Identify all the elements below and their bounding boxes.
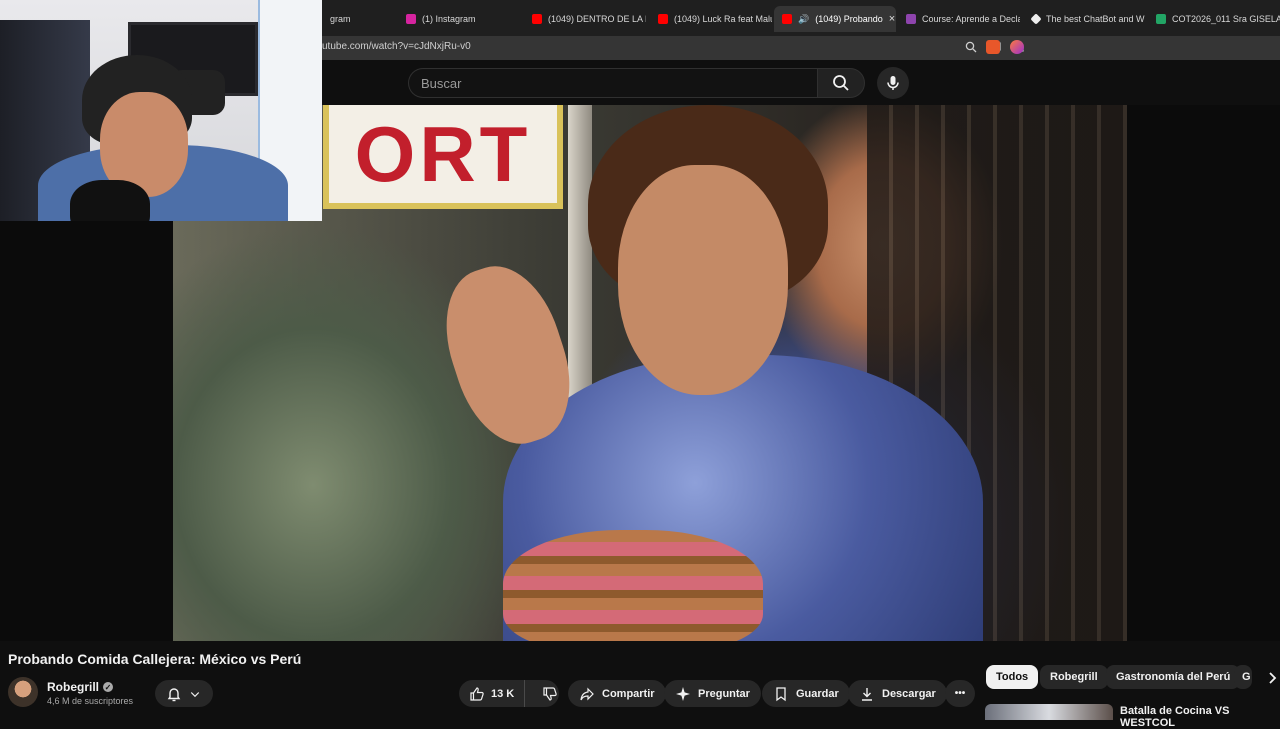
tab-label: (1049) DENTRO DE LA FA bbox=[548, 14, 646, 24]
channel-name[interactable]: Robegrill ✓ bbox=[47, 680, 114, 694]
subscriber-count: 4,6 M de suscriptores bbox=[47, 696, 134, 706]
instagram-icon bbox=[406, 14, 416, 24]
share-icon bbox=[580, 687, 594, 700]
bell-icon bbox=[167, 687, 181, 701]
brave-rewards-icon[interactable] bbox=[1010, 40, 1024, 54]
like-dislike-group: 13 K bbox=[459, 680, 559, 707]
search-input[interactable]: Buscar bbox=[408, 68, 818, 98]
save-label: Guardar bbox=[796, 687, 839, 700]
share-label: Compartir bbox=[602, 687, 655, 700]
ask-button[interactable]: Preguntar bbox=[664, 680, 761, 707]
tab-label: Course: Aprende a Decla bbox=[922, 14, 1020, 24]
bookmark-icon bbox=[776, 686, 786, 701]
tab-label: gram bbox=[330, 14, 351, 24]
youtube-icon bbox=[532, 14, 542, 24]
tab-youtube-luck-ra[interactable]: (1049) Luck Ra feat Malu bbox=[650, 6, 772, 32]
streamer-microphone bbox=[70, 180, 150, 221]
chevron-right-icon bbox=[1269, 672, 1277, 684]
channel-name-text[interactable]: Robegrill bbox=[47, 680, 99, 694]
storefront-sign: ORT bbox=[323, 105, 563, 209]
like-count: 13 K bbox=[491, 687, 515, 700]
tab-label: (1049) Probando bbox=[815, 14, 883, 24]
notifications-button[interactable] bbox=[155, 680, 213, 707]
sparkle-icon bbox=[676, 686, 690, 701]
search-placeholder: Buscar bbox=[421, 75, 462, 91]
tab-label: (1) Instagram bbox=[422, 14, 476, 24]
share-button[interactable]: Compartir bbox=[568, 680, 666, 707]
search-icon bbox=[833, 75, 849, 91]
chevron-down-icon bbox=[190, 691, 200, 697]
ask-label: Preguntar bbox=[698, 687, 750, 700]
like-button[interactable]: 13 K bbox=[459, 680, 526, 707]
brave-shield-icon[interactable] bbox=[986, 40, 1000, 54]
thumbs-up-icon bbox=[470, 686, 484, 701]
search-button[interactable] bbox=[817, 68, 865, 98]
sheets-icon bbox=[1156, 14, 1166, 24]
tab-youtube-probando[interactable]: 🔊 (1049) Probando × bbox=[774, 6, 896, 32]
tab-course[interactable]: Course: Aprende a Decla bbox=[898, 6, 1020, 32]
url-text[interactable]: utube.com/watch?v=cJdNxjRu-v0 bbox=[322, 41, 471, 52]
chip-partial[interactable]: G bbox=[1234, 665, 1252, 689]
more-icon: ••• bbox=[954, 688, 966, 699]
tab-label: The best ChatBot and W bbox=[1046, 14, 1145, 24]
tab-chatbot[interactable]: The best ChatBot and W bbox=[1024, 6, 1146, 32]
channel-avatar[interactable] bbox=[8, 677, 38, 707]
webcam-overlay bbox=[0, 0, 322, 221]
speaker-icon: 🔊 bbox=[798, 13, 810, 24]
chip-gastronomia[interactable]: Gastronomía del Perú bbox=[1106, 665, 1241, 689]
dislike-button[interactable] bbox=[532, 680, 568, 707]
chatbot-icon bbox=[1030, 13, 1042, 25]
recommendation-title[interactable]: Batalla de Cocina VS WESTCOL bbox=[1120, 705, 1280, 729]
sandwich bbox=[503, 530, 763, 641]
voice-search-button[interactable] bbox=[877, 67, 909, 99]
course-icon bbox=[906, 14, 916, 24]
tab-instagram-partial[interactable]: gram bbox=[322, 6, 396, 32]
zoom-icon[interactable] bbox=[964, 40, 978, 54]
video-title: Probando Comida Callejera: México vs Per… bbox=[8, 651, 302, 667]
download-label: Descargar bbox=[882, 687, 936, 700]
youtube-icon bbox=[658, 14, 668, 24]
close-tab-icon[interactable]: × bbox=[889, 13, 895, 25]
person-face bbox=[618, 165, 788, 395]
thumbs-down-icon bbox=[543, 686, 557, 701]
microphone-icon bbox=[887, 76, 899, 90]
tab-label: COT2026_011 Sra GISELA bbox=[1172, 14, 1280, 24]
youtube-icon bbox=[782, 14, 792, 24]
tab-youtube-dentro[interactable]: (1049) DENTRO DE LA FA bbox=[524, 6, 646, 32]
recommendation-thumbnail[interactable] bbox=[985, 704, 1113, 720]
verified-icon: ✓ bbox=[103, 682, 114, 692]
tab-instagram[interactable]: (1) Instagram bbox=[398, 6, 520, 32]
more-actions-button[interactable]: ••• bbox=[945, 680, 975, 707]
sign-text: ORT bbox=[354, 109, 532, 198]
save-button[interactable]: Guardar bbox=[762, 680, 850, 707]
chips-next-button[interactable] bbox=[1264, 669, 1280, 687]
chip-robegrill[interactable]: Robegrill bbox=[1040, 665, 1108, 689]
download-icon bbox=[862, 687, 872, 701]
download-button[interactable]: Descargar bbox=[848, 680, 947, 707]
tab-sheets[interactable]: COT2026_011 Sra GISELA bbox=[1148, 6, 1280, 32]
chip-all[interactable]: Todos bbox=[986, 665, 1039, 689]
tab-label: (1049) Luck Ra feat Malu bbox=[674, 14, 772, 24]
